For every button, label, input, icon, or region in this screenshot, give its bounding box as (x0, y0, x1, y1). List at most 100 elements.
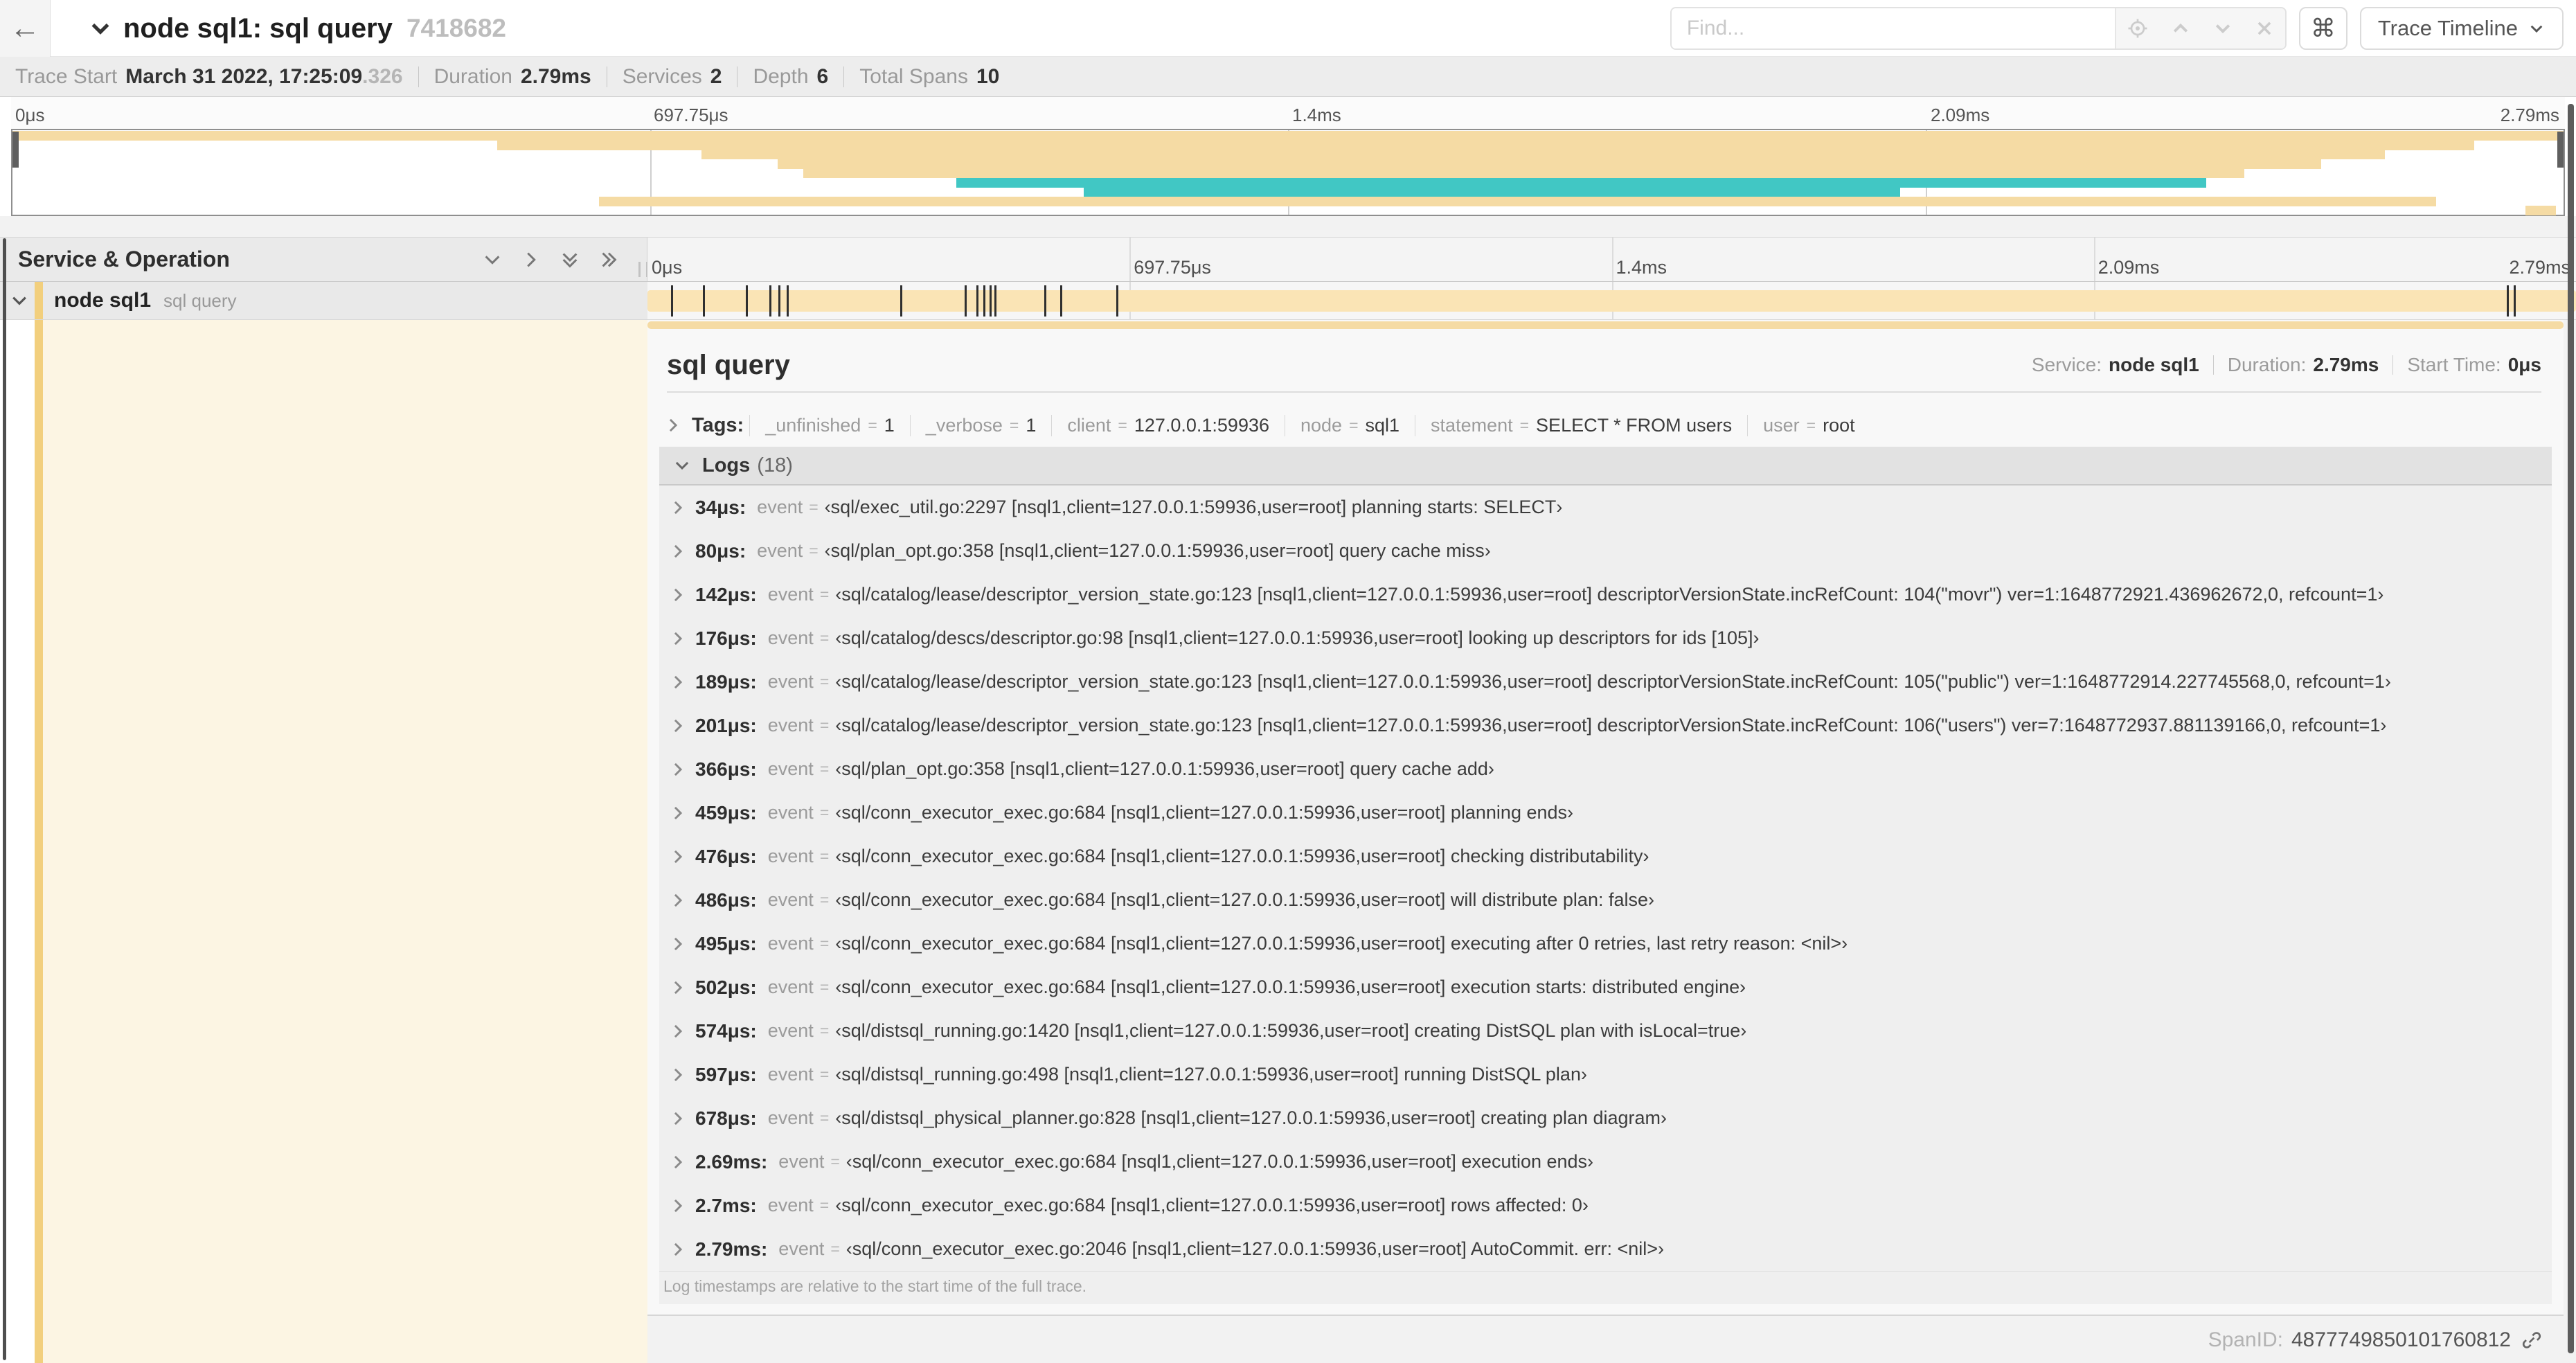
log-expand-chevron-right-icon[interactable] (669, 542, 687, 560)
log-row[interactable]: 2.79ms: event = ‹sql/conn_executor_exec.go:… (659, 1227, 2552, 1271)
tag-key: user (1763, 414, 1800, 436)
find-prev-chevron-up-icon[interactable] (2171, 19, 2190, 38)
back-arrow-icon: ← (10, 11, 40, 45)
log-row[interactable]: 80μs: event = ‹sql/plan_opt.go:358 [nsql1,c… (659, 529, 2552, 573)
log-expand-chevron-right-icon[interactable] (669, 1153, 687, 1171)
trace-title-wrap: node sql1: sql query 7418682 (89, 0, 506, 57)
span-detail-card: sql query Service: node sql1 Duration: 2.79… (647, 320, 2564, 1316)
summary-value-suffix: .326 (362, 64, 403, 88)
log-timestamp: 476μs: (695, 845, 757, 867)
column-resize-handle[interactable] (638, 262, 648, 277)
log-row[interactable]: 366μs: event = ‹sql/plan_opt.go:358 [nsql1,… (659, 747, 2552, 791)
tags-label: Tags: (692, 413, 744, 436)
chevron-down-icon (2528, 19, 2546, 37)
keyboard-shortcuts-button[interactable]: ⌘ (2298, 7, 2347, 50)
find-clear-close-icon[interactable] (2255, 19, 2273, 37)
log-expand-chevron-right-icon[interactable] (669, 673, 687, 691)
log-row[interactable]: 678μs: event = ‹sql/distsql_physical_planne… (659, 1096, 2552, 1140)
equals-sign: = (830, 1152, 840, 1170)
log-timestamp: 678μs: (695, 1107, 757, 1129)
log-row[interactable]: 486μs: event = ‹sql/conn_executor_exec.go:6… (659, 878, 2552, 922)
tag-key: _unfinished (765, 414, 861, 436)
log-row[interactable]: 574μs: event = ‹sql/distsql_running.go:1420… (659, 1009, 2552, 1053)
log-row[interactable]: 476μs: event = ‹sql/conn_executor_exec.go:6… (659, 835, 2552, 878)
log-expand-chevron-right-icon[interactable] (669, 1197, 687, 1215)
minimap-left-drag-handle[interactable] (12, 132, 19, 168)
log-field-key: event (767, 715, 814, 736)
log-expand-chevron-right-icon[interactable] (669, 760, 687, 778)
back-button[interactable]: ← (0, 0, 51, 57)
span-duration-bar[interactable] (647, 290, 2576, 312)
log-expand-chevron-right-icon[interactable] (669, 717, 687, 735)
tag-key: statement (1431, 414, 1513, 436)
log-row[interactable]: 142μs: event = ‹sql/catalog/lease/descripto… (659, 573, 2552, 616)
log-expand-chevron-right-icon[interactable] (669, 848, 687, 866)
tag-value: root (1823, 414, 1855, 436)
logs-header[interactable]: Logs (18) (659, 447, 2552, 485)
equals-sign: = (819, 1065, 830, 1083)
log-row[interactable]: 34μs: event = ‹sql/exec_util.go:2297 [nsql1… (659, 485, 2552, 529)
right-scrollbar-thumb[interactable] (2568, 104, 2574, 1353)
log-row[interactable]: 502μs: event = ‹sql/conn_executor_exec.go:6… (659, 965, 2552, 1009)
divider (418, 66, 419, 87)
log-row[interactable]: 2.69ms: event = ‹sql/conn_executor_exec.go:… (659, 1140, 2552, 1184)
deep-link-icon[interactable] (2521, 1329, 2543, 1351)
detail-right-column: sql query Service: node sql1 Duration: 2.79… (647, 320, 2576, 1363)
log-expand-chevron-right-icon[interactable] (669, 891, 687, 909)
row-collapse-chevron-down-icon[interactable] (10, 291, 29, 310)
expand-all-double-chevron-right-icon[interactable] (598, 249, 619, 270)
log-expand-chevron-right-icon[interactable] (669, 1110, 687, 1128)
ruler-tick-label: 697.75μs (1134, 257, 1211, 278)
log-marker-tick (1059, 285, 1062, 317)
summary-label: Trace Start (15, 64, 118, 88)
summary-value: March 31 2022, 17:25:09 (125, 64, 363, 88)
log-field-key: event (767, 758, 814, 779)
log-field-value: ‹sql/exec_util.go:2297 [nsql1,client=127… (824, 497, 1563, 517)
log-marker-tick (1116, 285, 1118, 317)
find-next-chevron-down-icon[interactable] (2213, 19, 2233, 38)
log-expand-chevron-right-icon[interactable] (669, 1022, 687, 1040)
minimap-span-bar (956, 177, 2207, 188)
equals-sign: = (819, 847, 830, 865)
ruler-tick-label: 2.79ms (2509, 257, 2570, 278)
tags-expand-chevron-right-icon[interactable] (664, 416, 682, 434)
log-expand-chevron-right-icon[interactable] (669, 979, 687, 997)
log-timestamp: 459μs: (695, 801, 757, 823)
log-row[interactable]: 459μs: event = ‹sql/conn_executor_exec.go:6… (659, 791, 2552, 835)
log-expand-chevron-right-icon[interactable] (669, 630, 687, 648)
log-expand-chevron-right-icon[interactable] (669, 935, 687, 953)
span-row-node-sql1[interactable]: node sql1 sql query (0, 282, 2576, 320)
minimap-right-drag-handle[interactable] (2557, 132, 2564, 168)
detail-header: sql query Service: node sql1 Duration: 2.79… (667, 344, 2541, 386)
collapse-all-double-chevron-down-icon[interactable] (560, 249, 580, 270)
log-row[interactable]: 201μs: event = ‹sql/catalog/lease/descripto… (659, 704, 2552, 747)
expand-one-chevron-right-icon[interactable] (521, 249, 542, 270)
log-marker-tick (983, 285, 986, 317)
log-marker-tick (670, 285, 673, 317)
log-row[interactable]: 176μs: event = ‹sql/catalog/descs/descripto… (659, 616, 2552, 660)
log-expand-chevron-right-icon[interactable] (669, 499, 687, 517)
tags-row[interactable]: Tags: _unfinished = 1 _verbose = 1 client = 127.0… (664, 409, 1870, 442)
collapse-one-chevron-down-icon[interactable] (482, 249, 503, 270)
log-row[interactable]: 189μs: event = ‹sql/catalog/lease/descripto… (659, 660, 2552, 704)
log-timestamp: 574μs: (695, 1019, 757, 1042)
minimap-canvas[interactable] (11, 129, 2565, 216)
find-icon-group (2114, 8, 2285, 48)
meta-value: 0μs (2507, 354, 2541, 375)
log-expand-chevron-right-icon[interactable] (669, 586, 687, 604)
log-row[interactable]: 2.7ms: event = ‹sql/conn_executor_exec.go:6… (659, 1184, 2552, 1227)
trace-view-dropdown[interactable]: Trace Timeline (2359, 7, 2564, 50)
trace-view-dropdown-label: Trace Timeline (2377, 16, 2518, 40)
collapse-all-chevron-down-icon[interactable] (89, 17, 112, 40)
tag-value: sql1 (1365, 414, 1400, 436)
find-input[interactable] (1671, 8, 2115, 48)
log-expand-chevron-right-icon[interactable] (669, 1066, 687, 1084)
locate-icon[interactable] (2127, 18, 2148, 39)
meta-value: 2.79ms (2313, 354, 2379, 375)
log-expand-chevron-right-icon[interactable] (669, 804, 687, 822)
log-row[interactable]: 597μs: event = ‹sql/distsql_running.go:498 … (659, 1053, 2552, 1096)
log-expand-chevron-right-icon[interactable] (669, 1240, 687, 1258)
left-scrollbar-thumb[interactable] (3, 238, 6, 1360)
log-row[interactable]: 495μs: event = ‹sql/conn_executor_exec.go:6… (659, 922, 2552, 965)
detail-left-column (0, 320, 647, 1363)
